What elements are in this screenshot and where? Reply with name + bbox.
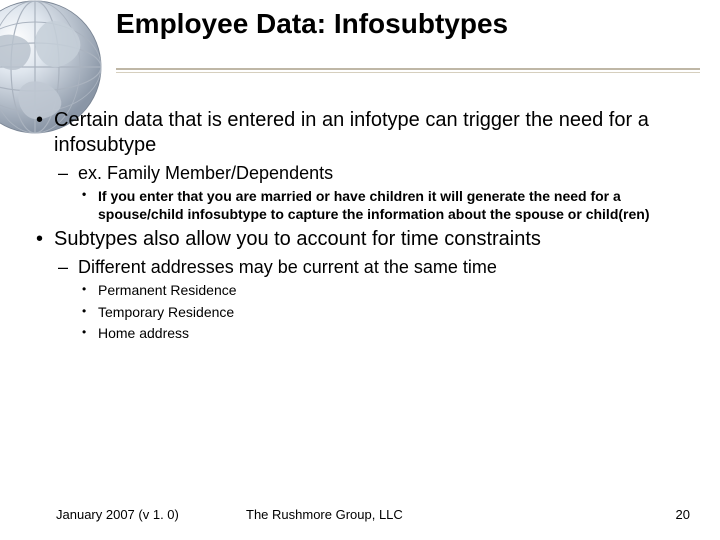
bullet-text: Different addresses may be current at th…: [78, 257, 497, 277]
bullet-text: If you enter that you are married or hav…: [98, 188, 649, 222]
bullet-text: Certain data that is entered in an infot…: [54, 109, 649, 156]
bullet-lvl1: Subtypes also allow you to account for t…: [30, 227, 690, 343]
bullet-lvl3: If you enter that you are married or hav…: [78, 187, 690, 223]
slide-body: Certain data that is entered in an infot…: [30, 108, 690, 347]
bullet-lvl3: Temporary Residence: [78, 304, 690, 322]
title-underline: [116, 68, 700, 76]
bullet-text: Temporary Residence: [98, 304, 234, 320]
bullet-lvl3: Permanent Residence: [78, 282, 690, 300]
bullet-lvl1: Certain data that is entered in an infot…: [30, 108, 690, 223]
bullet-lvl3: Home address: [78, 325, 690, 343]
footer-date: January 2007 (v 1. 0): [56, 507, 236, 522]
slide-title: Employee Data: Infosubtypes: [116, 8, 700, 40]
bullet-text: Subtypes also allow you to account for t…: [54, 228, 541, 250]
bullet-lvl2: Different addresses may be current at th…: [54, 256, 690, 343]
bullet-lvl2: ex. Family Member/Dependents If you ente…: [54, 162, 690, 223]
bullet-text: Permanent Residence: [98, 282, 237, 298]
footer-org: The Rushmore Group, LLC: [246, 507, 676, 522]
bullet-text: Home address: [98, 325, 189, 341]
bullet-text: ex. Family Member/Dependents: [78, 163, 333, 183]
footer-page-number: 20: [676, 507, 690, 522]
